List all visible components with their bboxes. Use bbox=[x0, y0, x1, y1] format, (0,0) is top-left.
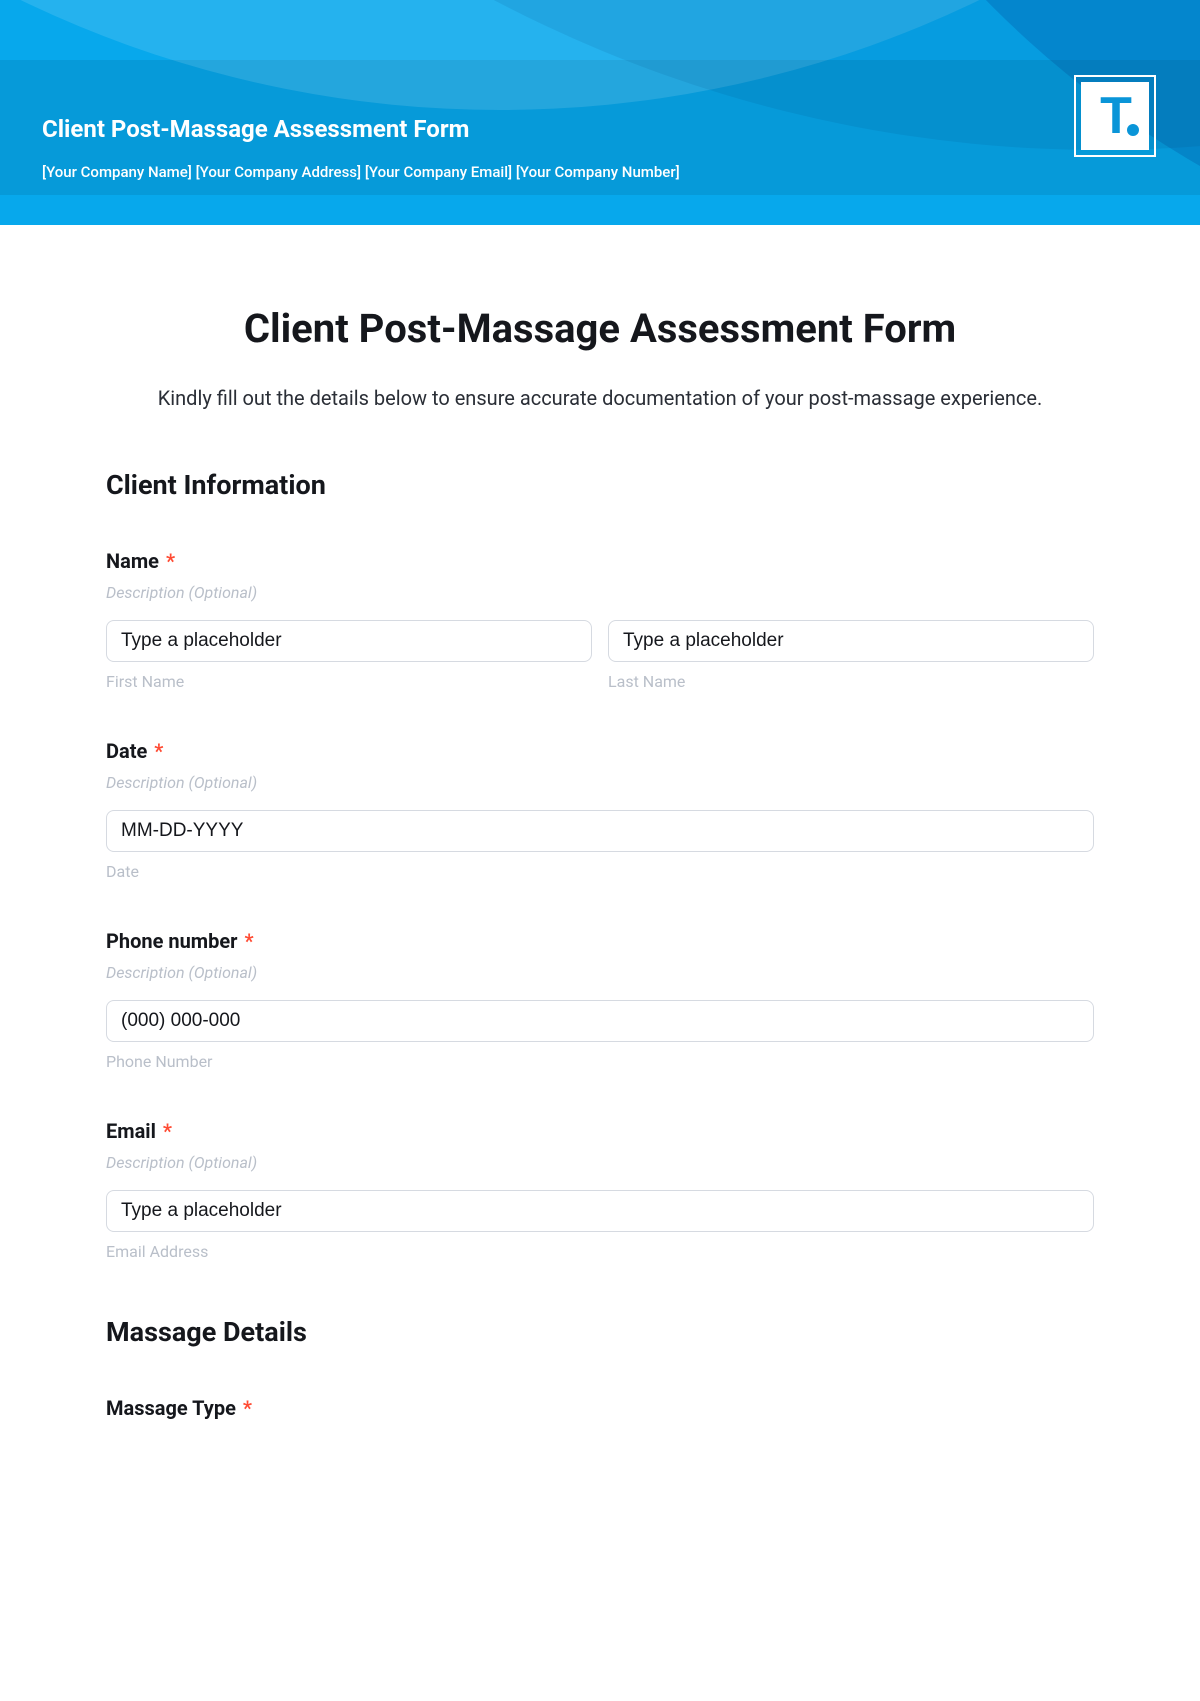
logo-letter: T bbox=[1100, 90, 1130, 142]
header-banner: Client Post-Massage Assessment Form [You… bbox=[0, 0, 1200, 225]
banner-waves bbox=[0, 0, 1200, 225]
page-intro: Kindly fill out the details below to ens… bbox=[106, 382, 1094, 414]
section-massage-details: Massage Details bbox=[106, 1316, 1094, 1348]
form-body: Client Post-Massage Assessment Form Kind… bbox=[0, 225, 1200, 1460]
field-date-label: Date * bbox=[106, 739, 1094, 763]
company-logo: T bbox=[1074, 75, 1156, 157]
required-mark: * bbox=[166, 549, 175, 573]
field-massage-type-label: Massage Type * bbox=[106, 1396, 1094, 1420]
date-sublabel: Date bbox=[106, 862, 1094, 881]
banner-subline: [Your Company Name] [Your Company Addres… bbox=[42, 163, 680, 181]
field-name-desc: Description (Optional) bbox=[106, 583, 1094, 602]
first-name-sublabel: First Name bbox=[106, 672, 592, 691]
required-mark: * bbox=[244, 929, 253, 953]
label-text: Date bbox=[106, 739, 147, 763]
required-mark: * bbox=[163, 1119, 172, 1143]
field-email-label: Email * bbox=[106, 1119, 1094, 1143]
field-phone-label: Phone number * bbox=[106, 929, 1094, 953]
section-client-information: Client Information bbox=[106, 469, 1094, 501]
field-date-desc: Description (Optional) bbox=[106, 773, 1094, 792]
logo-dot-icon bbox=[1127, 124, 1139, 136]
field-name-label: Name * bbox=[106, 549, 1094, 573]
date-input[interactable] bbox=[106, 810, 1094, 852]
email-input[interactable] bbox=[106, 1190, 1094, 1232]
field-email-desc: Description (Optional) bbox=[106, 1153, 1094, 1172]
field-date: Date * Description (Optional) Date bbox=[106, 739, 1094, 881]
field-phone-desc: Description (Optional) bbox=[106, 963, 1094, 982]
required-mark: * bbox=[243, 1396, 252, 1420]
label-text: Phone number bbox=[106, 929, 237, 953]
phone-input[interactable] bbox=[106, 1000, 1094, 1042]
label-text: Name bbox=[106, 549, 159, 573]
field-phone: Phone number * Description (Optional) Ph… bbox=[106, 929, 1094, 1071]
field-name: Name * Description (Optional) First Name… bbox=[106, 549, 1094, 691]
last-name-sublabel: Last Name bbox=[608, 672, 1094, 691]
banner-title: Client Post-Massage Assessment Form bbox=[42, 115, 680, 143]
email-sublabel: Email Address bbox=[106, 1242, 1094, 1261]
label-text: Massage Type bbox=[106, 1396, 236, 1420]
page-title: Client Post-Massage Assessment Form bbox=[106, 305, 1094, 352]
phone-sublabel: Phone Number bbox=[106, 1052, 1094, 1071]
last-name-input[interactable] bbox=[608, 620, 1094, 662]
banner-text: Client Post-Massage Assessment Form [You… bbox=[42, 115, 680, 181]
field-massage-type: Massage Type * bbox=[106, 1396, 1094, 1420]
required-mark: * bbox=[154, 739, 163, 763]
label-text: Email bbox=[106, 1119, 156, 1143]
field-email: Email * Description (Optional) Email Add… bbox=[106, 1119, 1094, 1261]
first-name-input[interactable] bbox=[106, 620, 592, 662]
